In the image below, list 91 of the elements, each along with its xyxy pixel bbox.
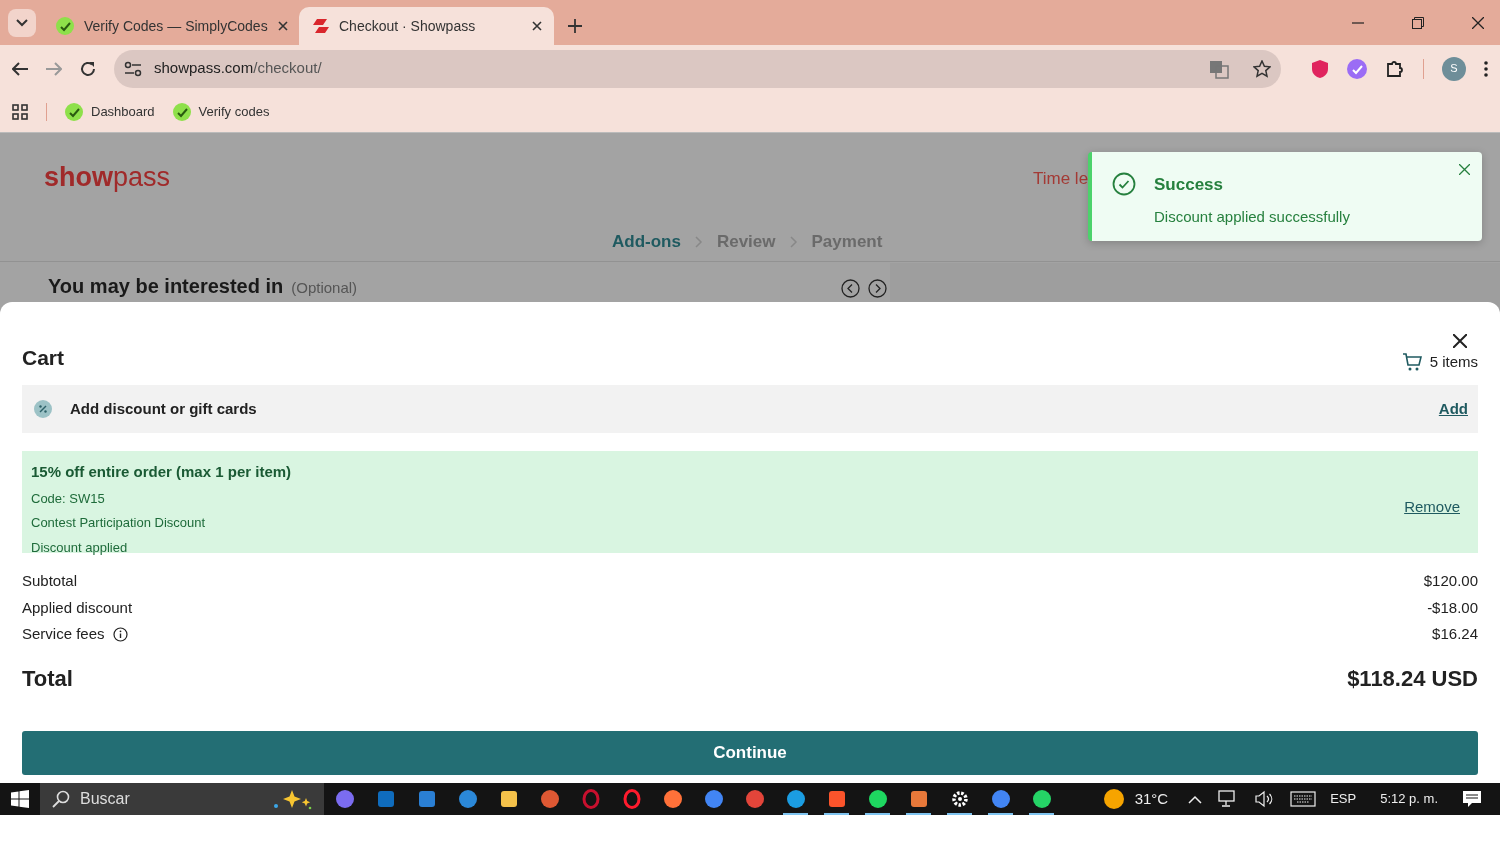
close-icon[interactable]	[532, 21, 542, 31]
close-icon[interactable]	[1453, 334, 1467, 348]
summary-label: Applied discount	[22, 597, 133, 618]
chevron-right-icon	[789, 235, 798, 248]
check-circle-icon	[1112, 172, 1136, 196]
total-label: Total	[22, 664, 73, 693]
bookmark[interactable]: Dashboard	[65, 102, 155, 122]
site-settings-icon	[124, 60, 142, 77]
discount-tag-icon	[34, 400, 52, 418]
cart-icon	[1401, 352, 1422, 371]
info-icon[interactable]	[112, 626, 128, 642]
section-note: (Optional)	[291, 278, 358, 298]
discount-detail: Contest Participation Discount	[31, 514, 207, 532]
tab-list-button[interactable]	[8, 9, 36, 37]
taskbar-search[interactable]: Buscar	[40, 783, 324, 815]
translate-icon[interactable]	[1209, 58, 1229, 79]
toast-message: Discount applied successfully	[1154, 206, 1350, 227]
running-indicator	[947, 813, 972, 815]
running-indicator	[988, 813, 1013, 815]
browser-tab[interactable]: Verify Codes — SimplyCodes	[44, 7, 299, 45]
app-icon[interactable]	[457, 789, 478, 809]
reload-icon[interactable]	[80, 60, 96, 77]
notification-icon[interactable]	[1462, 790, 1482, 808]
summary-amount: $16.24	[1432, 624, 1478, 644]
app-icon[interactable]	[908, 789, 929, 809]
running-indicator	[865, 813, 890, 815]
url-text: showpass.com/checkout/	[154, 58, 322, 79]
section-heading: You may be interested in	[48, 274, 284, 299]
app-icon[interactable]	[1031, 789, 1052, 809]
running-indicator	[1029, 813, 1054, 815]
app-icon[interactable]	[744, 789, 765, 809]
summary-amount: -$18.00	[1427, 597, 1478, 618]
search-icon	[52, 790, 70, 808]
gear-icon[interactable]	[949, 789, 970, 809]
remove-link[interactable]: Remove	[1404, 495, 1460, 519]
close-icon[interactable]	[1472, 16, 1484, 29]
summary-label: Subtotal	[22, 571, 78, 591]
summary-amount: $120.00	[1423, 571, 1478, 591]
browser-tab[interactable]: Checkout · Showpass	[299, 7, 554, 45]
weather-temperature[interactable]: 31°C	[1134, 787, 1169, 811]
app-icon[interactable]	[539, 789, 560, 809]
check-leaf-icon	[65, 103, 83, 121]
discount-title: 15% off entire order (max 1 per item)	[31, 462, 292, 482]
puzzle-icon[interactable]	[1385, 58, 1405, 79]
close-icon[interactable]	[277, 21, 288, 31]
app-icon[interactable]	[785, 789, 806, 809]
item-count: 5 items	[1429, 351, 1478, 372]
toast-title: Success	[1154, 174, 1224, 196]
app-icon[interactable]	[498, 789, 519, 809]
start-icon[interactable]	[11, 790, 29, 808]
clock-time[interactable]: 5:12 p. m.	[1380, 789, 1438, 809]
bookmark[interactable]: Verify codes	[172, 102, 270, 122]
new-tab-icon[interactable]	[568, 19, 582, 33]
back-icon[interactable]	[12, 61, 28, 76]
chevron-down-icon	[16, 19, 28, 27]
running-indicator	[906, 813, 931, 815]
app-icon[interactable]	[990, 789, 1011, 809]
timer-text: Time le	[1033, 168, 1089, 190]
running-indicator	[824, 813, 849, 815]
app-icon[interactable]	[867, 789, 888, 809]
address-bar[interactable]: showpass.com/checkout/	[114, 49, 1281, 88]
continue-button[interactable]: Continue	[22, 730, 1478, 775]
more-menu-icon[interactable]	[1484, 60, 1488, 77]
sun-icon[interactable]	[1102, 788, 1125, 810]
app-icon[interactable]	[334, 789, 355, 809]
restore-icon[interactable]	[1412, 16, 1424, 29]
running-indicator	[783, 813, 808, 815]
summary-label: Service fees	[22, 624, 105, 644]
discount-detail: Discount applied	[31, 538, 129, 557]
app-icon[interactable]	[416, 789, 437, 809]
discount-detail: Code: SW15	[31, 489, 106, 508]
cart-title: Cart	[22, 344, 64, 371]
chevron-right-icon	[694, 235, 703, 248]
volume-icon[interactable]	[1254, 790, 1275, 808]
app-icon[interactable]	[826, 789, 847, 809]
sparkle-icon	[272, 788, 312, 810]
add-link[interactable]: Add	[1438, 397, 1468, 421]
total-amount: $118.24 USD	[1347, 664, 1478, 693]
chevron-up-icon[interactable]	[1188, 794, 1203, 804]
app-icon[interactable]	[703, 789, 724, 809]
keyboard-icon[interactable]	[1290, 791, 1317, 807]
apps-grid-icon[interactable]	[12, 104, 28, 120]
discount-prompt: Add discount or gift cards	[70, 398, 258, 419]
input-language[interactable]: ESP	[1330, 789, 1357, 809]
star-icon[interactable]	[1253, 59, 1271, 78]
profile-avatar[interactable]: S	[1442, 56, 1466, 81]
shield-icon[interactable]	[1311, 58, 1329, 79]
app-icon[interactable]	[621, 789, 642, 809]
app-icon[interactable]	[662, 789, 683, 809]
check-leaf-icon	[172, 103, 191, 121]
extension-badge-icon[interactable]	[1347, 58, 1367, 79]
